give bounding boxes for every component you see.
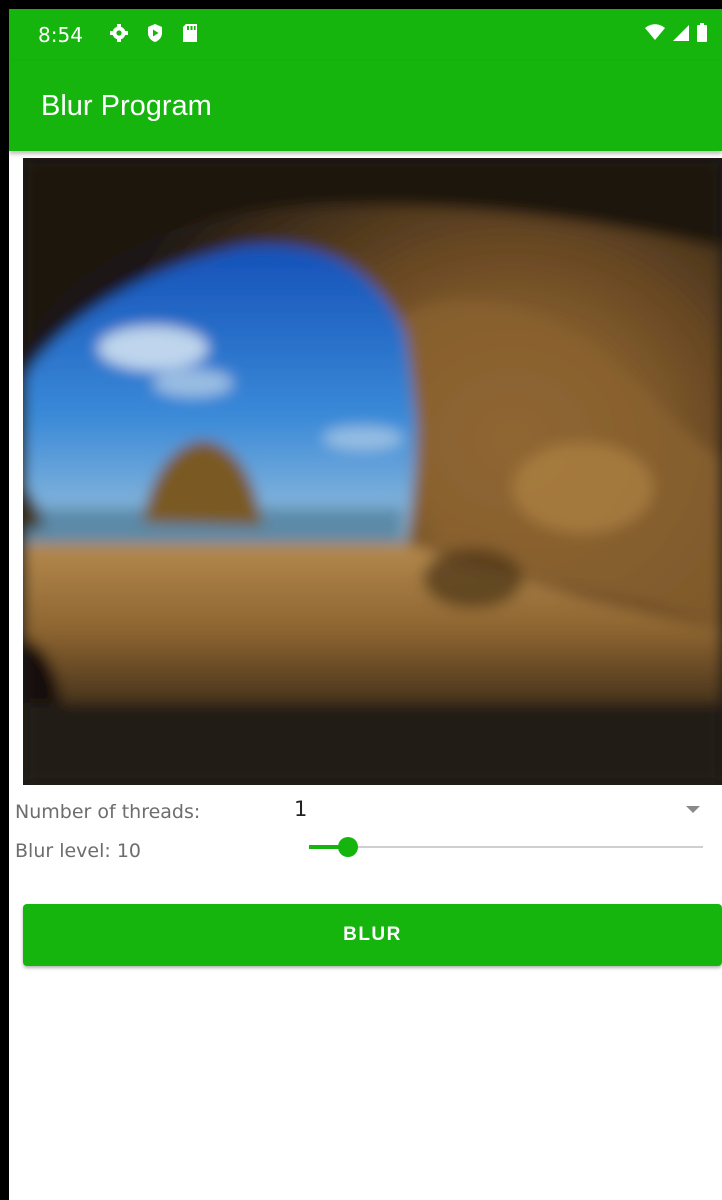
battery-icon [696, 23, 708, 47]
slider-track [309, 846, 703, 848]
signal-icon [672, 24, 690, 46]
app-screen: 8:54 Blur Program Number of threads: 1 B… [9, 9, 722, 1200]
blur-level-label: Blur level: 10 [15, 840, 142, 862]
settings-icon [109, 23, 129, 47]
app-title: Blur Program [41, 90, 212, 122]
sd-card-icon [181, 23, 199, 47]
threads-value: 1 [294, 797, 308, 821]
shield-play-icon [145, 23, 165, 47]
dropdown-arrow-icon [686, 806, 700, 813]
blur-button[interactable]: BLUR [23, 904, 722, 966]
blurred-photo [23, 158, 722, 785]
slider-thumb[interactable] [338, 837, 358, 857]
status-time: 8:54 [38, 23, 83, 47]
wifi-icon [644, 24, 666, 46]
notification-icons [109, 23, 199, 47]
status-bar: 8:54 [9, 9, 722, 61]
threads-dropdown[interactable]: 1 [294, 795, 714, 827]
app-bar: Blur Program [9, 61, 722, 151]
system-icons [644, 23, 708, 47]
blur-level-slider[interactable] [309, 833, 703, 861]
threads-label: Number of threads: [15, 801, 201, 823]
